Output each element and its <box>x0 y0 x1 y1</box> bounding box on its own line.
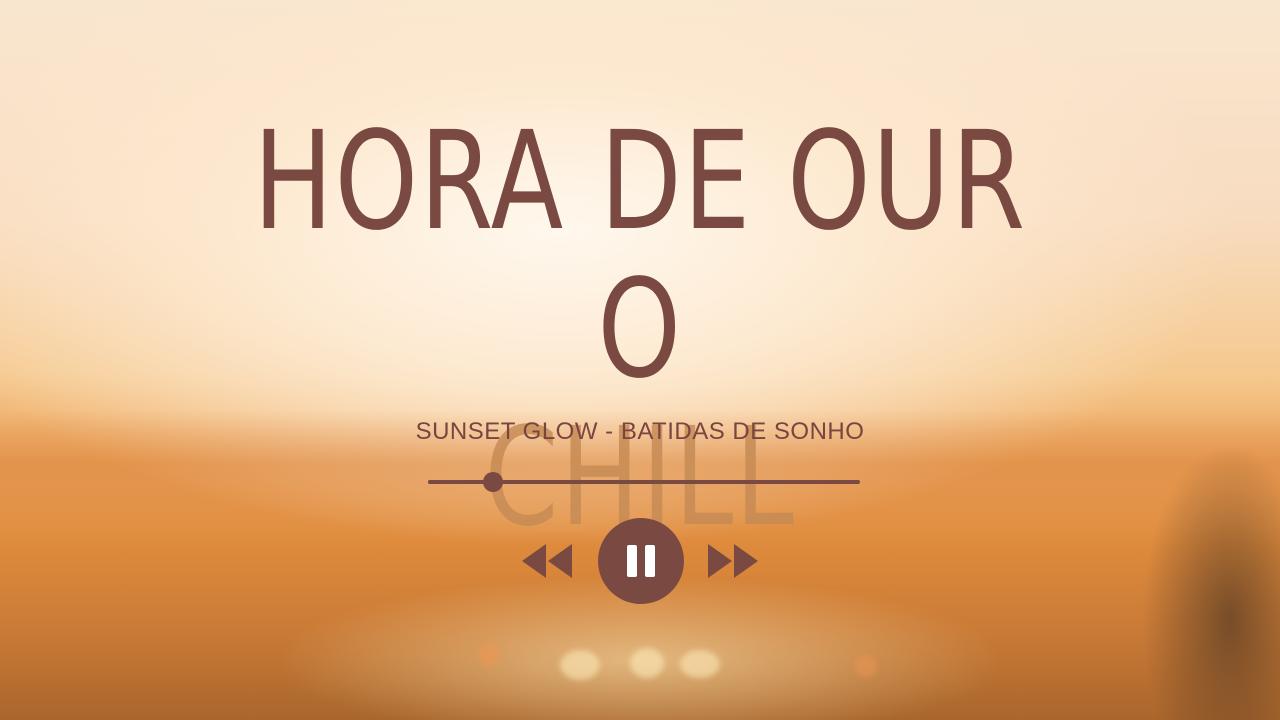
pause-icon <box>627 545 637 577</box>
track-title-line-2: O <box>597 251 683 409</box>
track-title-line-1: HORA DE OUR <box>253 103 1027 261</box>
bokeh-light <box>630 648 664 678</box>
fast-forward-icon[interactable] <box>708 544 758 578</box>
progress-knob[interactable] <box>482 472 503 492</box>
bokeh-light <box>855 655 877 677</box>
bokeh-light <box>680 650 720 678</box>
track-subtitle: SUNSET GLOW - BATIDAS DE SONHO <box>415 418 865 445</box>
rewind-icon[interactable] <box>522 544 572 578</box>
playback-controls <box>0 518 1280 604</box>
progress-bar[interactable] <box>428 472 860 492</box>
pause-button[interactable] <box>598 518 684 604</box>
bokeh-light <box>478 644 500 666</box>
track-title: HORA DE OUR O CHILL <box>141 108 1139 552</box>
bokeh-light <box>560 650 600 680</box>
pause-icon-bar <box>645 545 655 577</box>
